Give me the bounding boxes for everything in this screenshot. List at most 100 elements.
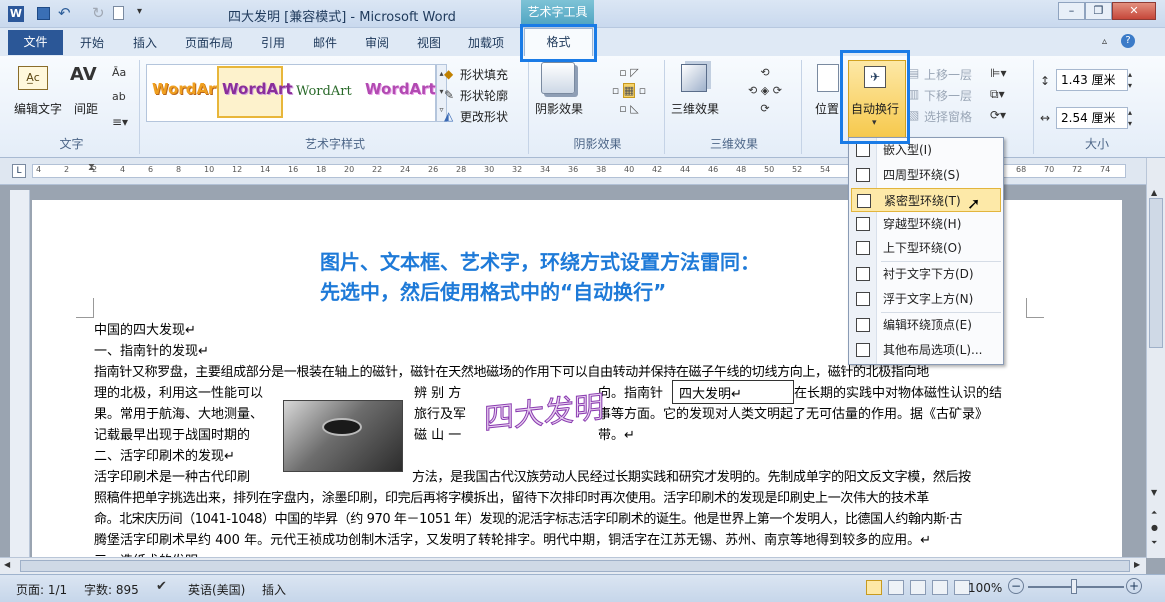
rotate-icon[interactable]: ⟳▾ (990, 108, 1006, 122)
scroll-up-icon[interactable]: ▲ (1151, 188, 1157, 197)
next-page-icon[interactable]: ⏷ (1151, 538, 1157, 548)
zoom-slider-thumb[interactable] (1071, 579, 1077, 594)
wordart-object[interactable]: 四大发明 (484, 382, 605, 439)
textbox-object[interactable]: 四大发明↵ (672, 380, 794, 404)
minimize-ribbon-icon[interactable]: ▵ (1102, 36, 1107, 47)
ruler-tick-label: 40 (624, 165, 635, 174)
shape-outline-button[interactable]: 形状轮廓 (460, 87, 508, 104)
word-app-icon[interactable]: W (8, 6, 24, 22)
layout-options-icon (856, 343, 870, 357)
reading-view-icon[interactable] (888, 580, 904, 595)
vertical-ruler (10, 190, 30, 558)
outline-view-icon[interactable] (932, 580, 948, 595)
hscroll-thumb[interactable] (20, 560, 1130, 572)
tab-review[interactable]: 审阅 (365, 34, 389, 51)
width-input[interactable]: 2.54 厘米 (1056, 107, 1128, 129)
selection-pane-button[interactable]: 选择窗格 (924, 108, 972, 125)
height-spinner-icon[interactable]: ▴ ▾ (1128, 69, 1138, 91)
scroll-down-icon[interactable]: ▼ (1151, 488, 1157, 497)
wordart-sample-1[interactable]: WordArt (152, 80, 223, 98)
wrap-square-item[interactable]: 四周型环绕(S) (851, 163, 1001, 187)
close-button[interactable]: ✕ (1112, 2, 1156, 20)
proofing-icon[interactable]: ✔ (156, 579, 167, 594)
help-icon[interactable]: ? (1121, 34, 1135, 48)
doc-line-10: 命。北宋庆历间（1041-1048）中国的毕昇（约 970 年－1051 年）发… (94, 512, 963, 527)
margin-corner-tl (76, 298, 94, 318)
change-shape-button[interactable]: 更改形状 (460, 108, 508, 125)
doc-line-7: 二、活字印刷术的发现↵ (94, 449, 235, 464)
wordart-sample-3[interactable]: WordArt (296, 84, 352, 99)
redo-icon[interactable]: ↻ (92, 4, 105, 22)
width-spinner-icon[interactable]: ▴ ▾ (1128, 107, 1138, 129)
spacing-button[interactable]: 间距 (74, 100, 98, 117)
shadow-nudge-icon[interactable]: ▫ ◸ ▫ ▦ ▫ ▫ ◺ (599, 64, 659, 124)
page-count[interactable]: 页面: 1/1 (16, 581, 67, 598)
insert-mode[interactable]: 插入 (262, 581, 286, 598)
wrap-front-item[interactable]: 浮于文字上方(N) (851, 287, 1001, 311)
3d-effects-button[interactable]: 三维效果 (671, 100, 719, 117)
word-count[interactable]: 字数: 895 (84, 581, 139, 598)
wrap-top-bottom-item[interactable]: 上下型环绕(O) (851, 236, 1001, 260)
mid-col-2: 旅行及军 (414, 407, 467, 422)
print-layout-icon[interactable] (866, 580, 882, 595)
zoom-in-icon[interactable]: + (1126, 578, 1142, 594)
web-layout-icon[interactable] (910, 580, 926, 595)
tab-insert[interactable]: 插入 (133, 34, 157, 51)
save-icon[interactable] (37, 7, 50, 20)
restore-button[interactable]: ❐ (1085, 2, 1112, 20)
ruler-tick-label: 2 (64, 165, 70, 174)
shape-fill-button[interactable]: 形状填充 (460, 66, 508, 83)
edit-text-button[interactable]: 编辑文字 (14, 100, 62, 117)
wrap-through-item[interactable]: 穿越型环绕(H) (851, 212, 1001, 236)
ruler-tick-label: 10 (204, 165, 215, 174)
height-input[interactable]: 1.43 厘米 (1056, 69, 1128, 91)
position-button[interactable]: 位置 (815, 100, 839, 117)
vertical-text-icon[interactable]: ab (112, 90, 126, 103)
ruler-tick-label: 38 (596, 165, 607, 174)
tab-page-layout[interactable]: 页面布局 (185, 34, 233, 51)
customize-icon[interactable]: ▾ (137, 6, 142, 17)
select-browse-icon[interactable]: ● (1151, 523, 1158, 532)
tab-home[interactable]: 开始 (80, 34, 104, 51)
edit-wrap-points-item[interactable]: 编辑环绕顶点(E) (851, 313, 1001, 337)
bring-forward-button[interactable]: 上移一层 (924, 66, 972, 83)
right-col-2: 事等方面。它的发现对人类文明起了无可估量的作用。据《古矿录》 (598, 407, 989, 422)
ruler-tick-label: 6 (148, 165, 154, 174)
tab-selector-icon[interactable]: L (12, 164, 26, 178)
tab-references[interactable]: 引用 (261, 34, 285, 51)
vertical-scrollbar[interactable]: ▲ ▼ ⏶ ● ⏷ (1146, 158, 1165, 558)
tab-addins[interactable]: 加载项 (468, 34, 504, 51)
align-icon[interactable]: ⊫▾ (990, 66, 1006, 80)
highlight-wrap-button (840, 50, 910, 144)
tab-file[interactable]: 文件 (8, 30, 63, 55)
tab-mailings[interactable]: 邮件 (313, 34, 337, 51)
wrap-behind-item[interactable]: 衬于文字下方(D) (851, 262, 1001, 286)
align-text-icon[interactable]: ≡▾ (112, 115, 128, 129)
send-backward-button[interactable]: 下移一层 (924, 87, 972, 104)
language-status[interactable]: 英语(美国) (188, 581, 245, 598)
more-layout-options-item[interactable]: 其他布局选项(L)... (851, 338, 1001, 362)
undo-icon[interactable]: ↶ (58, 4, 71, 22)
zoom-out-icon[interactable]: − (1008, 578, 1024, 594)
3d-tilt-icon[interactable]: ⟲ ⟲ ◈ ⟳ ⟳ (735, 64, 795, 124)
ruler-tick-label: 54 (820, 165, 831, 174)
zoom-level[interactable]: 100% (968, 581, 1002, 595)
ruler-tick-label: 16 (288, 165, 299, 174)
hscroll-left-icon[interactable]: ◀ (4, 560, 10, 569)
wordart-sample-4[interactable]: WordArt (365, 80, 436, 98)
new-doc-icon[interactable] (113, 6, 124, 20)
group-icon[interactable]: ⧉▾ (990, 87, 1005, 102)
prev-page-icon[interactable]: ⏶ (1151, 508, 1157, 518)
indent-marker[interactable]: ⧗ (88, 162, 95, 173)
ruler-tick-label: 8 (176, 165, 182, 174)
shadow-effects-button[interactable]: 阴影效果 (535, 100, 583, 117)
ruler-tick-label: 70 (1044, 165, 1055, 174)
compass-image[interactable] (283, 400, 403, 472)
minimize-button[interactable]: – (1058, 2, 1085, 20)
scroll-thumb[interactable] (1149, 198, 1163, 348)
hscroll-right-icon[interactable]: ▶ (1134, 560, 1140, 569)
horizontal-scrollbar[interactable]: ◀ ▶ (0, 557, 1146, 574)
shadow-group: 阴影效果 ▫ ◸ ▫ ▦ ▫ ▫ ◺ 阴影效果 (531, 60, 665, 154)
even-height-icon[interactable]: Āa (112, 66, 126, 79)
tab-view[interactable]: 视图 (417, 34, 441, 51)
